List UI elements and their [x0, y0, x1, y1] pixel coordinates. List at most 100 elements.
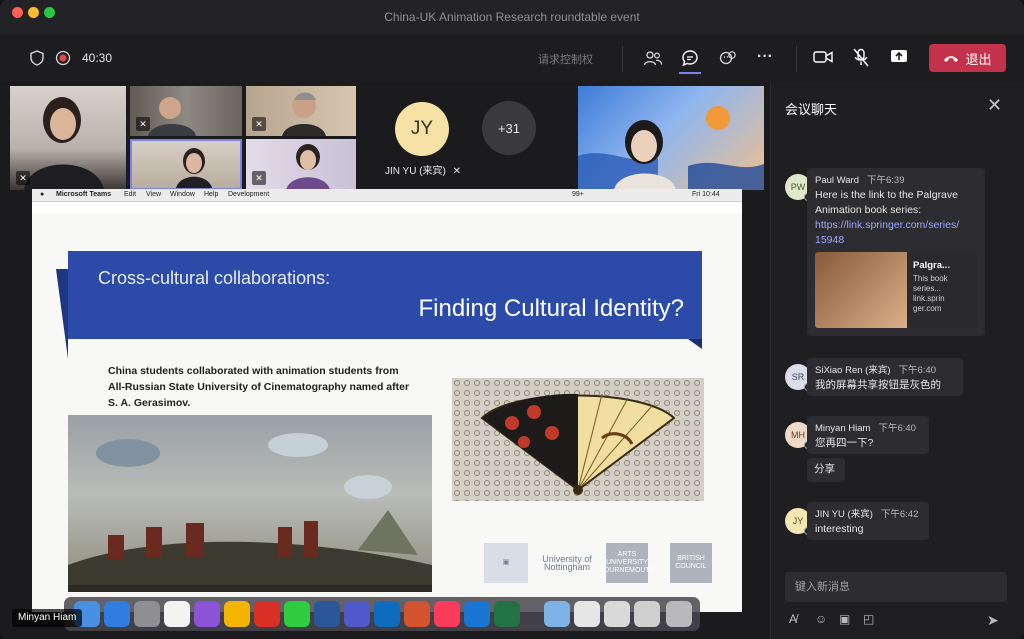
more-participants-button[interactable]: +31 [482, 101, 536, 155]
chat-message[interactable]: 分享 [807, 458, 845, 482]
message-text: 您再四一下? [815, 437, 874, 449]
people-icon[interactable] [643, 49, 663, 70]
phone-icon [944, 55, 959, 62]
preview-title: Palgra... [913, 260, 950, 271]
podcasts-icon[interactable] [194, 601, 220, 627]
preview-thumbnail [815, 252, 907, 328]
leave-label: 退出 [965, 51, 992, 67]
participant-video-tile[interactable]: ✕ [10, 86, 126, 190]
logo-british-council: BRITISH COUNCIL [670, 543, 712, 583]
nottingham-crest-icon: ▣ [484, 543, 528, 583]
menubar-item: View [146, 191, 162, 198]
menubar-badge: 99+ [572, 191, 584, 198]
chrome-icon[interactable] [224, 601, 250, 627]
recent-document-icon[interactable] [634, 601, 660, 627]
avatar[interactable]: JY [395, 102, 449, 156]
acrobat-icon[interactable] [254, 601, 280, 627]
banner-fold [688, 339, 702, 349]
presenter-name-tag: Minyan Hiam [12, 609, 83, 627]
participant-name: JIN YU (来宾) ✕ [378, 162, 468, 177]
sticker-icon[interactable]: ◰ [863, 612, 874, 626]
preview-domain-line: link.sprin [913, 294, 945, 303]
word-icon[interactable] [314, 601, 340, 627]
menubar-item: Edit [124, 191, 137, 198]
mic-off-icon: ✕ [452, 166, 462, 177]
logo-aub: ARTS UNIVERSITY BOURNEMOUTH [599, 543, 655, 583]
participant-video-tile[interactable]: ✕ [130, 86, 242, 136]
safari-icon[interactable] [104, 601, 130, 627]
participant-video-tile[interactable] [578, 86, 764, 190]
wechat-icon[interactable] [284, 601, 310, 627]
sender-name: JIN YU (来宾) [815, 509, 873, 520]
leave-button[interactable]: 退出 [929, 44, 1006, 72]
gif-icon[interactable]: ▣ [839, 612, 850, 626]
chat-message[interactable]: JIN YU (来宾) 下午6:42 interesting [807, 502, 929, 540]
camera-icon[interactable] [813, 50, 833, 67]
meeting-toolbar: 40:30 请求控制权 ··· 退出 [0, 34, 1024, 82]
slide-body-line: S. A. Gerasimov. [108, 397, 191, 409]
teams-icon[interactable] [344, 601, 370, 627]
slide-title: Cross-cultural collaborations: [98, 268, 331, 288]
avatar-initials: SR [791, 372, 805, 382]
avatar-initials: MH [791, 430, 805, 440]
downloads-folder-icon[interactable] [544, 601, 570, 627]
mic-off-icon[interactable] [852, 48, 870, 71]
recent-document-icon[interactable] [574, 601, 600, 627]
chat-message[interactable]: Minyan Hiam 下午6:40 您再四一下? [807, 416, 929, 454]
request-control-button[interactable]: 请求控制权 [538, 51, 593, 67]
powerpoint-icon[interactable] [404, 601, 430, 627]
slide-subtitle: Finding Cultural Identity? [418, 295, 684, 322]
mic-off-icon: ✕ [252, 171, 266, 185]
toolbar-divider [622, 46, 623, 72]
record-icon[interactable] [55, 50, 71, 69]
logo-nottingham: University of Nottingham [542, 554, 592, 572]
window-title: China-UK Animation Research roundtable e… [384, 10, 640, 24]
mac-dock [64, 597, 700, 631]
menubar-item: Help [204, 191, 219, 198]
teams-window: China-UK Animation Research roundtable e… [0, 0, 1024, 639]
participant-video-tile[interactable]: ✕ [246, 139, 356, 190]
chat-icon[interactable] [681, 49, 699, 70]
message-link[interactable]: 15948 [815, 233, 977, 248]
shield-icon[interactable] [30, 50, 44, 69]
animation-still-image [68, 415, 432, 592]
close-icon[interactable]: ✕ [987, 95, 1002, 116]
sender-name: Paul Ward [815, 175, 859, 186]
preview-icon[interactable] [164, 601, 190, 627]
message-text: Animation book series: [815, 204, 922, 216]
message-link[interactable]: https://link.springer.com/series/ [815, 218, 977, 233]
excel-icon[interactable] [494, 601, 520, 627]
participant-silhouette [176, 148, 212, 188]
message-time: 下午6:42 [880, 509, 919, 520]
reactions-icon[interactable] [719, 49, 737, 70]
preview-domain-line: ger.com [913, 304, 942, 313]
meeting-timer: 40:30 [82, 51, 113, 65]
zoom-app-icon[interactable] [464, 601, 490, 627]
format-icon[interactable]: A̸ [789, 612, 797, 626]
outlook-icon[interactable] [374, 601, 400, 627]
link-preview-card[interactable]: Palgra... This book series... link.sprin… [815, 252, 977, 328]
system-preferences-icon[interactable] [134, 601, 160, 627]
slide-body-line: All-Russian State University of Cinemato… [108, 381, 410, 393]
fan-artwork-image [452, 378, 704, 501]
slide-body-text: China students collaborated with animati… [108, 363, 458, 411]
chat-message[interactable]: SiXiao Ren (来宾) 下午6:40 我的屏幕共享按钮是灰色的 [807, 358, 963, 396]
trash-icon[interactable] [666, 601, 692, 627]
participant-video-tile-active[interactable] [130, 139, 242, 190]
share-screen-icon[interactable] [890, 49, 908, 68]
menubar-item: Development [228, 191, 270, 198]
avatar-initials: JY [792, 516, 804, 526]
emoji-icon[interactable]: ☺ [815, 612, 827, 626]
more-icon[interactable]: ··· [757, 49, 773, 65]
preview-description-line: series... [913, 284, 942, 293]
message-compose-input[interactable]: 键入新消息 [785, 572, 1007, 602]
message-text: 分享 [814, 463, 835, 475]
participant-name-text: JIN YU (来宾) [384, 166, 446, 177]
music-icon[interactable] [434, 601, 460, 627]
send-icon[interactable]: ➤ [987, 612, 999, 629]
participant-video-tile[interactable]: ✕ [246, 86, 356, 136]
menubar-item: Window [170, 191, 195, 198]
recent-document-icon[interactable] [604, 601, 630, 627]
message-text: 我的屏幕共享按钮是灰色的 [815, 379, 941, 391]
message-time: 下午6:40 [878, 423, 916, 434]
